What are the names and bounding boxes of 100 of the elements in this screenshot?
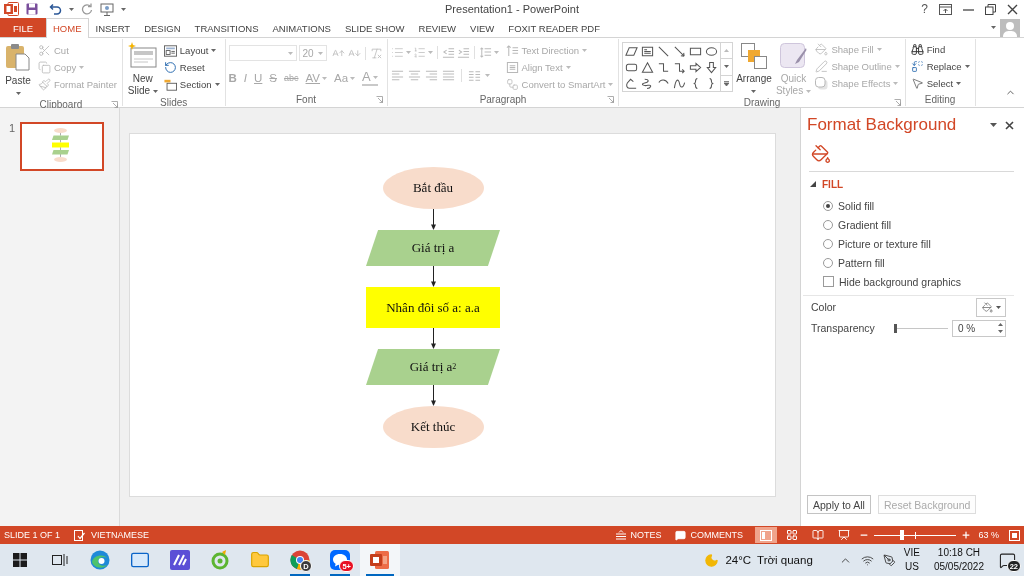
normal-view-icon (759, 529, 772, 541)
start-icon[interactable] (13, 553, 27, 567)
comments-button[interactable]: COMMENTS (675, 529, 743, 541)
radio-button[interactable] (823, 257, 833, 268)
radio-label[interactable]: Solid fill (838, 199, 875, 212)
undo-icon[interactable] (49, 3, 62, 15)
shapes-gallery[interactable] (622, 42, 734, 92)
redo-icon[interactable] (81, 3, 93, 15)
panel-options-icon[interactable] (990, 123, 997, 127)
ribbon-tab[interactable]: HOME (46, 18, 89, 38)
parallelogram-icon[interactable] (624, 44, 638, 58)
right-arrow-icon[interactable] (688, 60, 702, 74)
radio-button[interactable] (823, 200, 833, 211)
scribble-icon[interactable] (640, 76, 654, 90)
binoculars-icon (910, 43, 924, 56)
section-header[interactable]: FILL (807, 178, 844, 190)
pen-icon[interactable] (882, 553, 896, 567)
notes-icon (616, 530, 627, 540)
replace-button[interactable]: Replace (908, 58, 972, 75)
section-button[interactable]: Section (161, 76, 222, 93)
fit-to-window-icon[interactable] (1009, 529, 1020, 541)
radio-button[interactable] (823, 219, 833, 230)
window-title: Presentation1 - PowerPoint (445, 3, 579, 15)
zoom-slider[interactable] (873, 530, 956, 540)
radio-label[interactable]: Gradient fill (838, 218, 892, 231)
apply-to-all-button[interactable]: Apply to All (807, 495, 871, 514)
notes-button[interactable]: NOTES (616, 530, 662, 540)
wifi-icon[interactable] (860, 553, 874, 567)
clock-button[interactable]: 10:18 CH 05/05/2022 (933, 546, 984, 574)
reset-button[interactable]: Reset (161, 59, 222, 76)
restore-icon[interactable] (985, 3, 996, 15)
terminal-node: Bắt đầu (382, 167, 484, 209)
arrange-button[interactable]: Arrange (734, 41, 774, 97)
zoom-slider-thumb[interactable] (900, 530, 905, 540)
task-view-icon[interactable] (52, 553, 68, 567)
replace-icon (910, 60, 924, 73)
scroll-down-icon[interactable] (724, 65, 730, 69)
dialog-launcher-icon[interactable] (893, 99, 901, 106)
proofing-icon[interactable] (74, 529, 86, 541)
zoom-level[interactable]: 63 % (970, 530, 999, 540)
radio-label[interactable]: Picture or texture fill (838, 237, 931, 250)
line-icon[interactable] (656, 44, 670, 58)
paste-button[interactable]: Paste (3, 41, 33, 99)
help-button[interactable]: ? (921, 2, 928, 16)
close-icon[interactable] (1005, 120, 1014, 130)
app-tile-icon[interactable] (170, 550, 190, 570)
slide-icon (127, 42, 158, 70)
slideshow-icon[interactable] (100, 2, 114, 16)
mail-icon[interactable] (130, 550, 150, 570)
language-status[interactable]: VIETNAMESE (91, 530, 150, 540)
find-button[interactable]: Find (908, 41, 972, 58)
more-icon[interactable] (724, 80, 730, 86)
curve-icon[interactable] (672, 76, 686, 90)
arrow-line-icon[interactable] (672, 44, 686, 58)
transparency-slider[interactable] (894, 323, 948, 333)
slider-thumb[interactable] (894, 324, 897, 333)
elbow-arrow-icon[interactable] (672, 60, 686, 74)
caret-icon (565, 66, 571, 69)
input-language-button[interactable]: VIE US (903, 546, 920, 574)
new-slide-button[interactable]: New Slide (125, 41, 160, 97)
ribbon-display-options-icon[interactable] (939, 3, 952, 15)
notification-center-icon[interactable] (998, 551, 1016, 569)
caret-icon (751, 89, 757, 93)
slide-thumbnail[interactable] (20, 122, 104, 171)
text-box-icon[interactable] (640, 44, 654, 58)
checkbox-label[interactable]: Hide background graphics (839, 275, 961, 288)
elbow-connector-icon[interactable] (656, 60, 670, 74)
browser-icon[interactable] (90, 550, 110, 570)
radio-label[interactable]: Pattern fill (838, 256, 885, 269)
caret-icon (894, 65, 900, 68)
paintbrush-icon (38, 78, 51, 91)
checkbox[interactable] (823, 276, 834, 287)
file-tab[interactable]: FILE (0, 18, 46, 37)
select-button[interactable]: Select (908, 75, 972, 92)
connector-arrow (429, 328, 437, 349)
radio-button[interactable] (823, 238, 833, 249)
slide-sorter-icon (785, 529, 798, 541)
close-icon[interactable] (1007, 3, 1018, 15)
reset-icon (163, 61, 177, 74)
spinner-icon[interactable] (998, 322, 1003, 334)
down-arrow-icon[interactable] (704, 60, 718, 74)
dialog-launcher-icon[interactable] (110, 101, 118, 108)
chat-bubble-icon[interactable] (330, 550, 350, 570)
weather-condition[interactable]: Trời quang (757, 554, 813, 566)
transparency-label: Transparency (811, 322, 875, 334)
zoom-in-icon[interactable] (960, 530, 971, 540)
caret-icon (582, 49, 588, 52)
paint-bucket-icon[interactable] (811, 143, 831, 164)
save-icon[interactable] (26, 3, 38, 15)
caret-icon (956, 82, 962, 85)
caret-icon (152, 89, 158, 93)
caret-icon (79, 66, 85, 69)
layout-button[interactable]: Layout (161, 42, 222, 59)
temperature[interactable]: 24°C (725, 554, 752, 566)
freeform-icon[interactable] (624, 76, 638, 90)
normal-view-button[interactable] (754, 527, 777, 543)
triangle-icon[interactable] (640, 60, 654, 74)
presentation-app-icon[interactable] (370, 550, 390, 570)
transparency-field[interactable]: 0 % (952, 319, 1006, 337)
color-picker-button[interactable] (976, 297, 1006, 317)
